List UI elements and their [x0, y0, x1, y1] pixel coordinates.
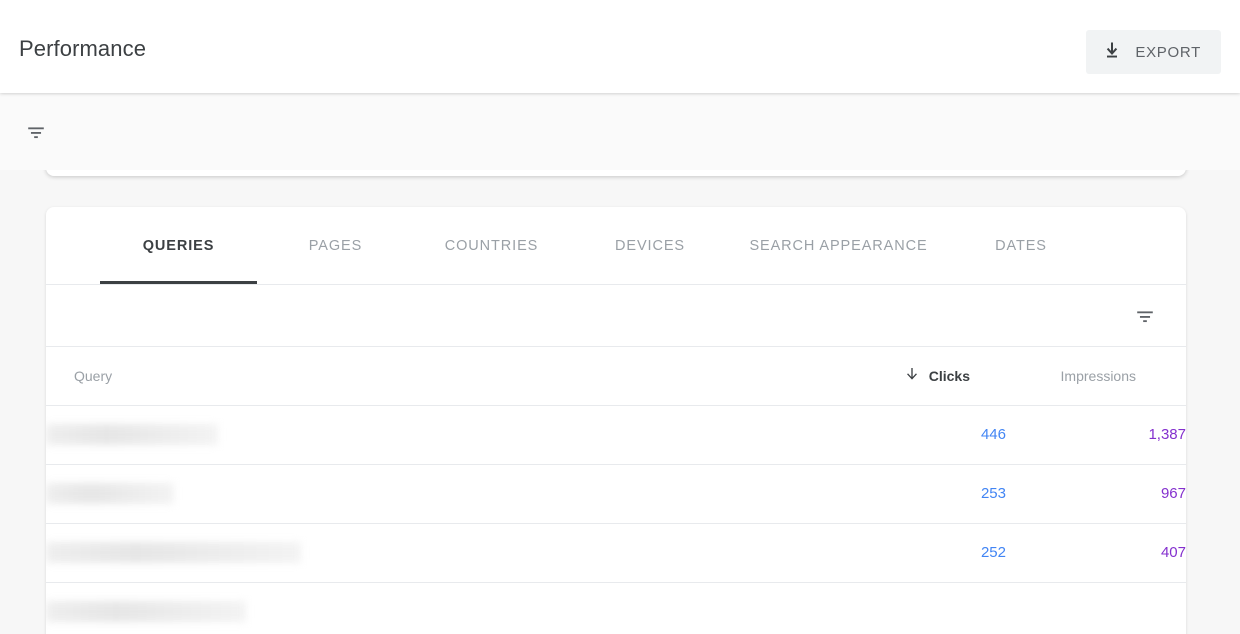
arrow-down-icon: [904, 366, 920, 385]
scroll-content: QUERIES PAGES COUNTRIES DEVICES SEARCH A…: [0, 170, 1240, 634]
performance-table-card: QUERIES PAGES COUNTRIES DEVICES SEARCH A…: [46, 207, 1186, 634]
cell-query: [46, 464, 806, 524]
export-button[interactable]: EXPORT: [1086, 30, 1221, 74]
chart-card-partial: [46, 170, 1186, 176]
table-row[interactable]: 252 407: [46, 523, 1186, 583]
cell-impressions: 1,387: [1006, 405, 1186, 465]
table-row[interactable]: 253 967: [46, 464, 1186, 524]
column-header-clicks[interactable]: Clicks: [806, 347, 1006, 406]
tab-devices[interactable]: DEVICES: [569, 207, 731, 284]
table-body: 446 1,387 253 967 252 407: [46, 405, 1186, 634]
app-header: Performance EXPORT: [0, 0, 1240, 93]
tab-label: DATES: [995, 237, 1047, 254]
column-header-clicks-label: Clicks: [928, 367, 970, 384]
tab-search-appearance[interactable]: SEARCH APPEARANCE: [731, 207, 946, 284]
filter-list-icon[interactable]: [22, 118, 50, 146]
tab-label: SEARCH APPEARANCE: [749, 237, 928, 254]
tab-label: QUERIES: [142, 237, 215, 254]
tab-dates[interactable]: DATES: [946, 207, 1096, 284]
table-tabs: QUERIES PAGES COUNTRIES DEVICES SEARCH A…: [46, 207, 1186, 285]
tab-countries[interactable]: COUNTRIES: [414, 207, 569, 284]
tab-pages[interactable]: PAGES: [257, 207, 414, 284]
table-row[interactable]: [46, 582, 1186, 634]
tab-label: DEVICES: [615, 237, 685, 254]
tab-label: COUNTRIES: [444, 237, 539, 254]
cell-query: [46, 582, 806, 634]
cell-impressions: 967: [1006, 464, 1186, 524]
redacted-query-text: [46, 424, 218, 445]
page-title: Performance: [19, 36, 147, 61]
performance-table: Query Clicks Impressions 446 1,387 253 9…: [46, 347, 1186, 634]
redacted-query-text: [46, 542, 301, 563]
redacted-query-text: [46, 483, 174, 504]
cell-clicks: 253: [806, 464, 1006, 524]
cell-impressions: 407: [1006, 523, 1186, 583]
column-header-query[interactable]: Query: [46, 347, 806, 406]
redacted-query-text: [46, 601, 246, 622]
cell-clicks: 252: [806, 523, 1006, 583]
table-toolbar: [46, 285, 1186, 347]
cell-clicks: 446: [806, 405, 1006, 465]
cell-clicks: [806, 582, 1006, 634]
table-filter-list-icon[interactable]: [1130, 302, 1160, 330]
table-row[interactable]: 446 1,387: [46, 405, 1186, 465]
cell-impressions: [1006, 582, 1186, 634]
cell-query: [46, 405, 806, 465]
export-button-label: EXPORT: [1135, 43, 1201, 61]
download-icon: [1102, 41, 1122, 64]
tab-queries[interactable]: QUERIES: [100, 207, 257, 284]
filter-toolbar: [0, 93, 1240, 170]
column-header-impressions[interactable]: Impressions: [1006, 347, 1186, 406]
table-header-row: Query Clicks Impressions: [46, 347, 1186, 406]
cell-query: [46, 523, 806, 583]
tab-label: PAGES: [308, 237, 363, 254]
